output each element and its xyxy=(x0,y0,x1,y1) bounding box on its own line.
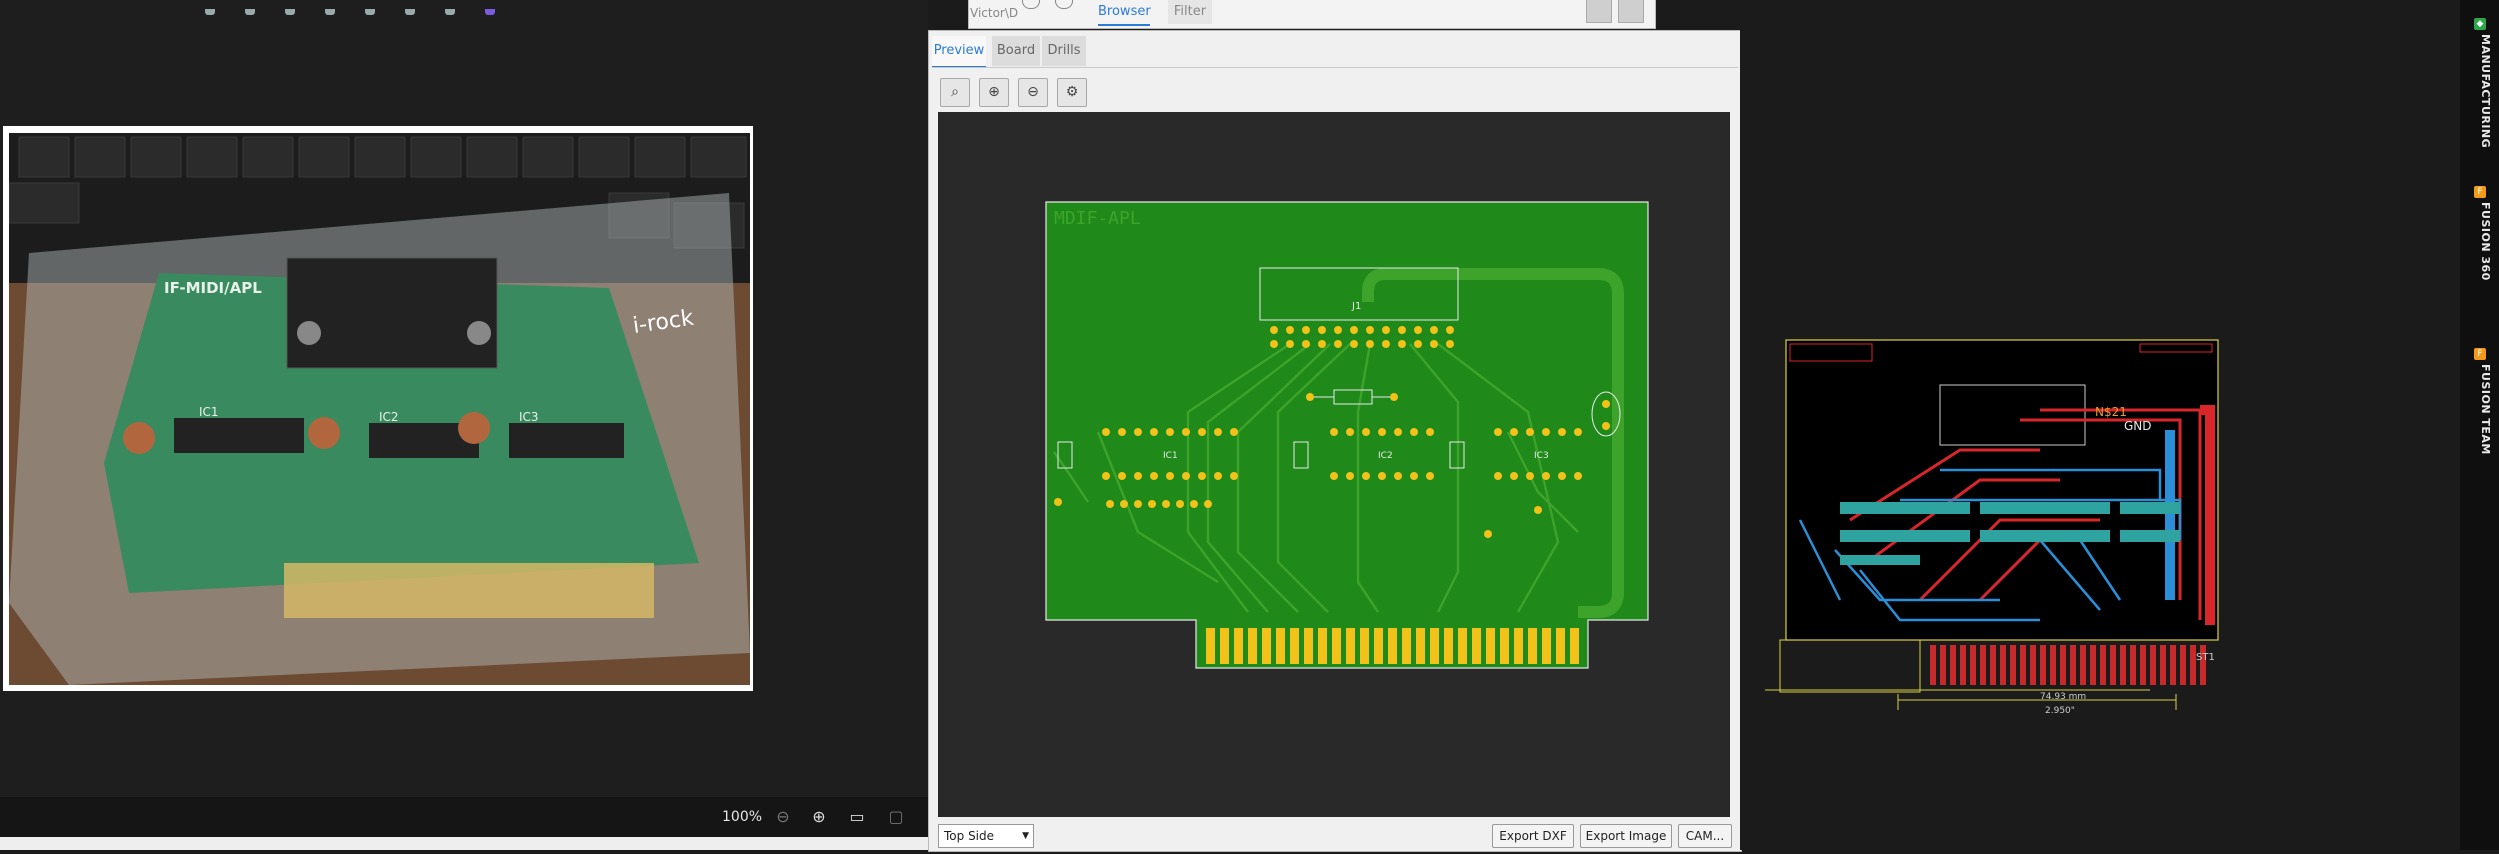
tab-browser[interactable]: Browser xyxy=(1098,0,1151,26)
layer-select-value: Top Side xyxy=(944,829,995,843)
tab-board[interactable]: Board xyxy=(992,36,1040,66)
dimension-mm: 74.93 mm xyxy=(2040,692,2086,702)
ic1-label: IC1 xyxy=(1163,451,1178,461)
pcb-render: MDIF-APL J1 IC1 IC2 IC3 xyxy=(1045,201,1649,669)
taskbar-strip xyxy=(0,837,928,850)
svg-text:IC1: IC1 xyxy=(199,405,219,419)
tab-manufacturing[interactable]: MANUFACTURING xyxy=(2466,34,2492,148)
svg-text:IC2: IC2 xyxy=(379,410,399,424)
tab-drills[interactable]: Drills xyxy=(1042,36,1086,66)
pcb-photo: IF-MIDI/APL IC1 IC2 IC3 i-rock xyxy=(9,133,750,685)
ic2-label: IC2 xyxy=(1378,451,1393,461)
pcb-preview-canvas[interactable]: MDIF-APL J1 IC1 IC2 IC3 xyxy=(938,112,1730,817)
fusion-team-icon: F xyxy=(2474,348,2486,360)
path-text: Victor\D xyxy=(970,6,1019,20)
zoom-out-icon[interactable]: ⊖ xyxy=(772,806,794,828)
export-image-button[interactable]: Export Image xyxy=(1580,824,1672,848)
export-dxf-button[interactable]: Export DXF xyxy=(1492,824,1574,848)
net-label-gnd: GND xyxy=(2124,419,2152,433)
manufacturing-icon: ◆ xyxy=(2474,18,2486,30)
search-icon[interactable] xyxy=(445,9,455,15)
settings-icon[interactable]: ⚙ xyxy=(1057,78,1087,107)
viewer-toolbar xyxy=(205,0,525,15)
actual-size-icon[interactable]: ▢ xyxy=(885,806,907,828)
cam-button[interactable]: CAM... xyxy=(1678,824,1732,848)
crop-icon[interactable] xyxy=(285,9,295,15)
pcb-photo-illustration: IF-MIDI/APL IC1 IC2 IC3 i-rock xyxy=(9,133,750,685)
rotate-icon[interactable] xyxy=(205,9,215,15)
heart-icon[interactable] xyxy=(325,9,335,15)
more-icon[interactable] xyxy=(485,9,495,15)
part-label-st1: ST1 xyxy=(2196,652,2215,663)
dimension-in: 2.950" xyxy=(2045,706,2075,716)
tab-fusion-team[interactable]: FUSION TEAM xyxy=(2466,364,2492,455)
tab-fusion360[interactable]: FUSION 360 xyxy=(2466,202,2492,281)
fit-screen-icon[interactable]: ▭ xyxy=(846,806,868,828)
info-icon[interactable] xyxy=(365,9,375,15)
ic3-label: IC3 xyxy=(1534,451,1549,461)
net-label-n21: N$21 xyxy=(2095,405,2127,419)
zoom-icon[interactable] xyxy=(1618,0,1644,23)
layer-select[interactable]: Top Side ▼ xyxy=(938,824,1034,848)
board-editor-render: N$21 GND ST1 74.93 mm 2.950" xyxy=(1765,339,2219,716)
board-editor-canvas[interactable]: N$21 GND ST1 74.93 mm 2.950" xyxy=(1740,0,2460,850)
share-icon[interactable] xyxy=(405,9,415,15)
zoom-fit-icon[interactable]: ⌕ xyxy=(940,78,970,107)
chevron-down-icon: ▼ xyxy=(1022,831,1029,841)
tab-filter[interactable]: Filter xyxy=(1168,0,1212,24)
silkscreen-title: IF-MIDI/APL xyxy=(164,279,262,297)
zoom-level: 100% xyxy=(722,809,763,825)
pcb-title: MDIF-APL xyxy=(1054,208,1141,229)
svg-text:IC3: IC3 xyxy=(519,410,539,424)
zoom-in-icon[interactable]: ⊕ xyxy=(808,806,830,828)
zoom-select-icon[interactable] xyxy=(1586,0,1612,23)
zoom-in-icon[interactable]: ⊕ xyxy=(979,78,1009,107)
connector-label: J1 xyxy=(1351,301,1361,312)
fusion360-icon: F xyxy=(2474,186,2486,198)
tab-preview[interactable]: Preview xyxy=(932,36,986,68)
edit-icon[interactable] xyxy=(245,9,255,15)
zoom-out-icon[interactable]: ⊖ xyxy=(1018,78,1048,107)
tab-divider xyxy=(932,67,1738,68)
